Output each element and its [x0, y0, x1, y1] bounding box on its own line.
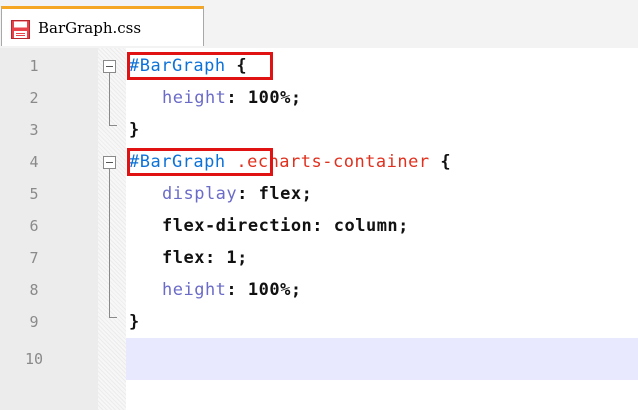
css-value: 100%: [247, 280, 291, 300]
code-line-4[interactable]: 4 #BarGraph .echarts-container {: [0, 146, 638, 178]
css-property: height: [162, 280, 227, 300]
code-text: height: 100%;: [162, 82, 302, 114]
line-number: 2: [29, 89, 39, 107]
code-line-6[interactable]: 6 flex-direction: column;: [0, 210, 638, 242]
code-editor[interactable]: 1 #BarGraph { 2 height: 100%; 3 } 4 #Bar…: [0, 48, 638, 410]
code-line-9[interactable]: 9 }: [0, 306, 638, 338]
tab-bar: BarGraph.css: [0, 0, 638, 49]
colon: :: [226, 280, 248, 300]
code-line-10[interactable]: 10: [0, 338, 638, 380]
css-property: display: [162, 184, 238, 204]
colon: :: [237, 184, 259, 204]
code-line-2[interactable]: 2 height: 100%;: [0, 82, 638, 114]
code-text: flex: 1;: [162, 248, 248, 268]
code-line-1[interactable]: 1 #BarGraph {: [0, 50, 638, 82]
code-line-8[interactable]: 8 height: 100%;: [0, 274, 638, 306]
code-text: height: 100%;: [162, 274, 302, 306]
line-number: 7: [29, 249, 39, 267]
fold-guide: [109, 73, 110, 125]
line-number: 8: [29, 281, 39, 299]
tab-label: BarGraph.css: [38, 19, 142, 37]
fold-toggle-icon[interactable]: [103, 60, 116, 73]
highlight-box: [127, 52, 273, 80]
css-value: flex: [258, 184, 302, 204]
current-line-highlight: [126, 338, 638, 380]
line-number: 10: [24, 350, 44, 368]
line-number: 1: [29, 57, 39, 75]
fold-toggle-icon[interactable]: [103, 156, 116, 169]
semicolon: ;: [301, 184, 313, 204]
fold-end-marker: [109, 317, 117, 318]
code-text: display: flex;: [162, 178, 312, 210]
close-brace: }: [129, 312, 140, 332]
save-icon: [11, 20, 30, 39]
code-text: flex-direction: column;: [162, 216, 409, 236]
line-number: 6: [29, 217, 39, 235]
colon: :: [226, 88, 248, 108]
code-line-7[interactable]: 7 flex: 1;: [0, 242, 638, 274]
line-number: 3: [29, 121, 39, 139]
close-brace: }: [129, 120, 140, 140]
line-number: 5: [29, 185, 39, 203]
tab-bargraph-css[interactable]: BarGraph.css: [1, 6, 204, 46]
line-number: 4: [29, 153, 39, 171]
line-number: 9: [29, 313, 39, 331]
semicolon: ;: [290, 280, 302, 300]
code-line-3[interactable]: 3 }: [0, 114, 638, 146]
code-line-5[interactable]: 5 display: flex;: [0, 178, 638, 210]
css-value: 100%: [247, 88, 291, 108]
open-brace: {: [429, 152, 452, 172]
fold-guide: [109, 169, 110, 317]
highlight-box: [127, 148, 273, 176]
semicolon: ;: [290, 88, 302, 108]
css-property: height: [162, 88, 227, 108]
fold-end-marker: [109, 125, 117, 126]
